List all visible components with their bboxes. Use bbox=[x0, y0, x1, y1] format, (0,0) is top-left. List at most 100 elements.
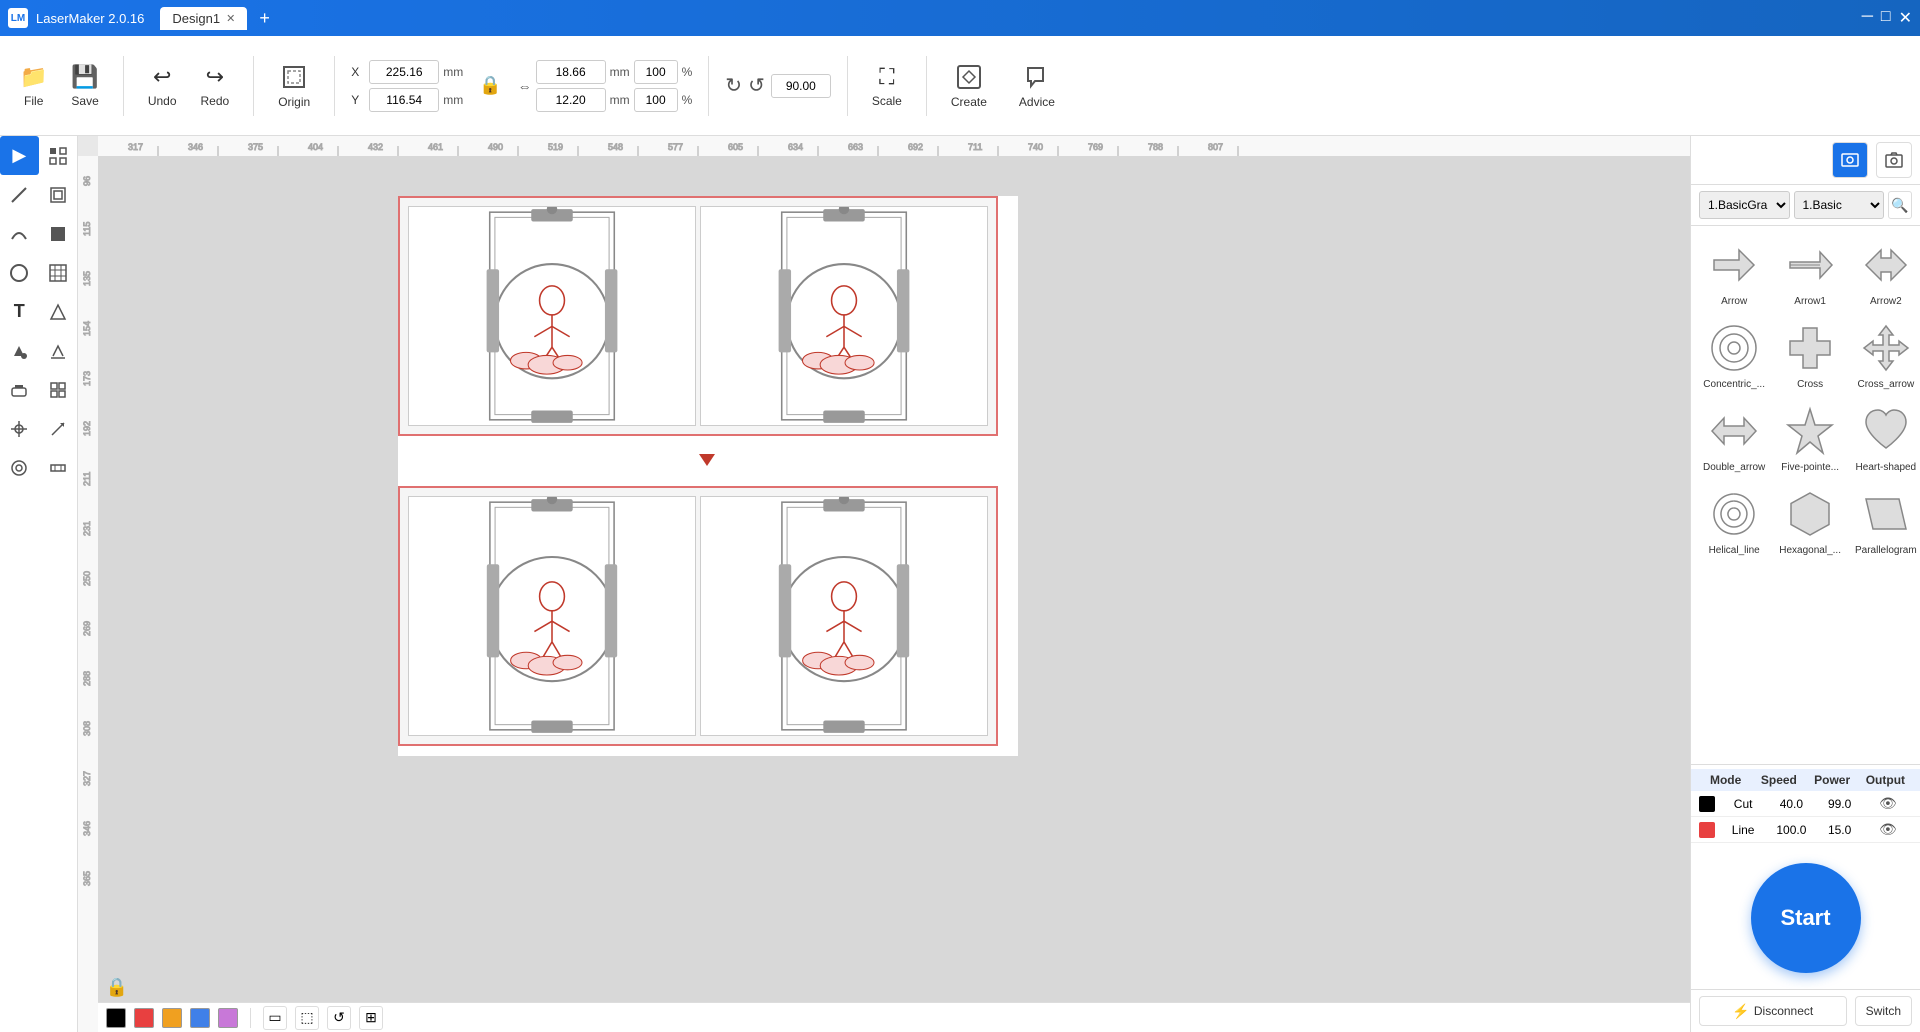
save-button[interactable]: 💾 Save bbox=[63, 60, 106, 112]
minimize-btn[interactable]: ─ bbox=[1862, 8, 1873, 28]
preview-btn[interactable] bbox=[1832, 142, 1868, 178]
shape-cross-arrow-preview bbox=[1859, 321, 1913, 375]
file-icon: 📁 bbox=[20, 64, 47, 90]
laser-row-line[interactable]: Line 100.0 15.0 👁 bbox=[1691, 817, 1920, 843]
camera-btn[interactable] bbox=[1876, 142, 1912, 178]
scale-button[interactable]: ⛶ Scale bbox=[864, 60, 910, 112]
shapes-filter-row: 1.BasicGra 1.Basic 🔍 bbox=[1691, 185, 1920, 226]
shapes-dropdown-1[interactable]: 1.BasicGra bbox=[1699, 191, 1790, 219]
flip-tool[interactable] bbox=[39, 292, 78, 331]
color-red[interactable] bbox=[134, 1008, 154, 1028]
shape-parallelogram[interactable]: Parallelogram bbox=[1851, 483, 1920, 560]
crosshair-tool[interactable] bbox=[0, 409, 39, 448]
extra-tool[interactable] bbox=[39, 448, 78, 487]
maximize-btn[interactable]: □ bbox=[1881, 8, 1891, 28]
curve-tool[interactable] bbox=[0, 214, 39, 253]
grid-tool[interactable] bbox=[39, 253, 78, 292]
shape-heart[interactable]: Heart-shaped bbox=[1851, 400, 1920, 477]
height-unit: mm bbox=[610, 93, 630, 107]
ellipse-tool[interactable] bbox=[0, 253, 39, 292]
refresh-btn[interactable]: ↺ bbox=[327, 1006, 351, 1030]
svg-text:346: 346 bbox=[82, 821, 92, 836]
svg-text:375: 375 bbox=[248, 142, 263, 152]
rect-select-btn[interactable]: ▭ bbox=[263, 1006, 287, 1030]
grid-view-btn[interactable]: ⊞ bbox=[359, 1006, 383, 1030]
right-panel: 1.BasicGra 1.Basic 🔍 Arrow bbox=[1690, 136, 1920, 1032]
width-pct-input[interactable] bbox=[634, 60, 678, 84]
toolbar: 📁 File 💾 Save ↩ Undo ↪ Redo Origin bbox=[0, 36, 1920, 136]
shape-arrow2[interactable]: Arrow2 bbox=[1851, 234, 1920, 311]
color-blue[interactable] bbox=[190, 1008, 210, 1028]
svg-text:432: 432 bbox=[368, 142, 383, 152]
advice-button[interactable]: Advice bbox=[1011, 59, 1063, 113]
fill-tool[interactable] bbox=[0, 331, 39, 370]
select-tool[interactable]: ▶ bbox=[0, 136, 39, 175]
redo-icon: ↪ bbox=[206, 64, 224, 90]
shape-hexagonal[interactable]: Hexagonal_... bbox=[1775, 483, 1845, 560]
laser-eye-cut[interactable]: 👁 bbox=[1864, 795, 1912, 812]
canvas-content[interactable] bbox=[98, 156, 1690, 1002]
lock-icon-area[interactable]: 🔒 bbox=[78, 972, 156, 1002]
bottom-design-panel bbox=[398, 486, 998, 746]
shape-double-arrow[interactable]: Double_arrow bbox=[1699, 400, 1769, 477]
height-pct-input[interactable] bbox=[634, 88, 678, 112]
divider-5 bbox=[847, 56, 848, 116]
track-tool[interactable] bbox=[39, 409, 78, 448]
laser-mode-line: Line bbox=[1719, 823, 1767, 837]
canvas-area: // Ruler ticks drawn via CSS/SVG inline … bbox=[78, 136, 1690, 1032]
file-button[interactable]: 📁 File bbox=[12, 60, 55, 112]
pen-tool[interactable] bbox=[0, 175, 39, 214]
shape-arrow1[interactable]: Arrow1 bbox=[1775, 234, 1845, 311]
shape-cross[interactable]: Cross bbox=[1775, 317, 1845, 394]
x-input[interactable] bbox=[369, 60, 439, 84]
modules-tool[interactable] bbox=[39, 370, 78, 409]
shape-five-star-label: Five-pointe... bbox=[1781, 462, 1839, 473]
eraser-tool[interactable] bbox=[0, 370, 39, 409]
redo-button[interactable]: ↪ Redo bbox=[193, 60, 238, 112]
origin-icon bbox=[280, 63, 308, 91]
origin-button[interactable]: Origin bbox=[270, 59, 318, 113]
text-tool[interactable]: T bbox=[0, 292, 39, 331]
active-tab[interactable]: Design1 ✕ bbox=[160, 7, 247, 30]
rotate-ccw-icon[interactable]: ↺ bbox=[748, 73, 765, 98]
create-button[interactable]: Create bbox=[943, 59, 995, 113]
start-button[interactable]: Start bbox=[1751, 863, 1861, 973]
rotate-input[interactable] bbox=[771, 74, 831, 98]
undo-redo-group: ↩ Undo ↪ Redo bbox=[140, 60, 237, 112]
trace-tool[interactable] bbox=[39, 331, 78, 370]
rotate-cw-icon[interactable]: ↻ bbox=[725, 73, 742, 98]
shape-five-star[interactable]: Five-pointe... bbox=[1775, 400, 1845, 477]
layer-tool[interactable] bbox=[39, 175, 78, 214]
shape-concentric[interactable]: Concentric_... bbox=[1699, 317, 1769, 394]
svg-text:692: 692 bbox=[908, 142, 923, 152]
color-black[interactable] bbox=[106, 1008, 126, 1028]
shapes-search-btn[interactable]: 🔍 bbox=[1888, 191, 1912, 219]
shape-arrow-preview bbox=[1707, 238, 1761, 292]
shape-cross-arrow[interactable]: Cross_arrow bbox=[1851, 317, 1920, 394]
lock-area[interactable]: 🔒 bbox=[479, 75, 501, 96]
create-icon bbox=[955, 63, 983, 91]
laser-row-cut[interactable]: Cut 40.0 99.0 👁 bbox=[1691, 791, 1920, 817]
shape-cross-preview bbox=[1783, 321, 1837, 375]
color-purple[interactable] bbox=[218, 1008, 238, 1028]
undo-button[interactable]: ↩ Undo bbox=[140, 60, 185, 112]
rect-solid-tool[interactable] bbox=[39, 214, 78, 253]
color-orange[interactable] bbox=[162, 1008, 182, 1028]
switch-button[interactable]: Switch bbox=[1855, 996, 1912, 1026]
shapes-dropdown-2[interactable]: 1.Basic bbox=[1794, 191, 1885, 219]
laser-eye-line[interactable]: 👁 bbox=[1864, 821, 1912, 838]
y-input[interactable] bbox=[369, 88, 439, 112]
app-icon: LM bbox=[8, 8, 28, 28]
shape-helical[interactable]: Helical_line bbox=[1699, 483, 1769, 560]
shape-arrow[interactable]: Arrow bbox=[1699, 234, 1769, 311]
width-input[interactable] bbox=[536, 60, 606, 84]
node-tool[interactable] bbox=[39, 136, 78, 175]
add-tab-btn[interactable]: + bbox=[259, 8, 270, 29]
close-btn[interactable]: ✕ bbox=[1899, 8, 1912, 28]
shape-arrow1-label: Arrow1 bbox=[1794, 296, 1826, 307]
node-select-btn[interactable]: ⬚ bbox=[295, 1006, 319, 1030]
spinner-tool[interactable] bbox=[0, 448, 39, 487]
disconnect-button[interactable]: ⚡ Disconnect bbox=[1699, 996, 1847, 1026]
close-tab-btn[interactable]: ✕ bbox=[226, 12, 235, 25]
height-input[interactable] bbox=[536, 88, 606, 112]
